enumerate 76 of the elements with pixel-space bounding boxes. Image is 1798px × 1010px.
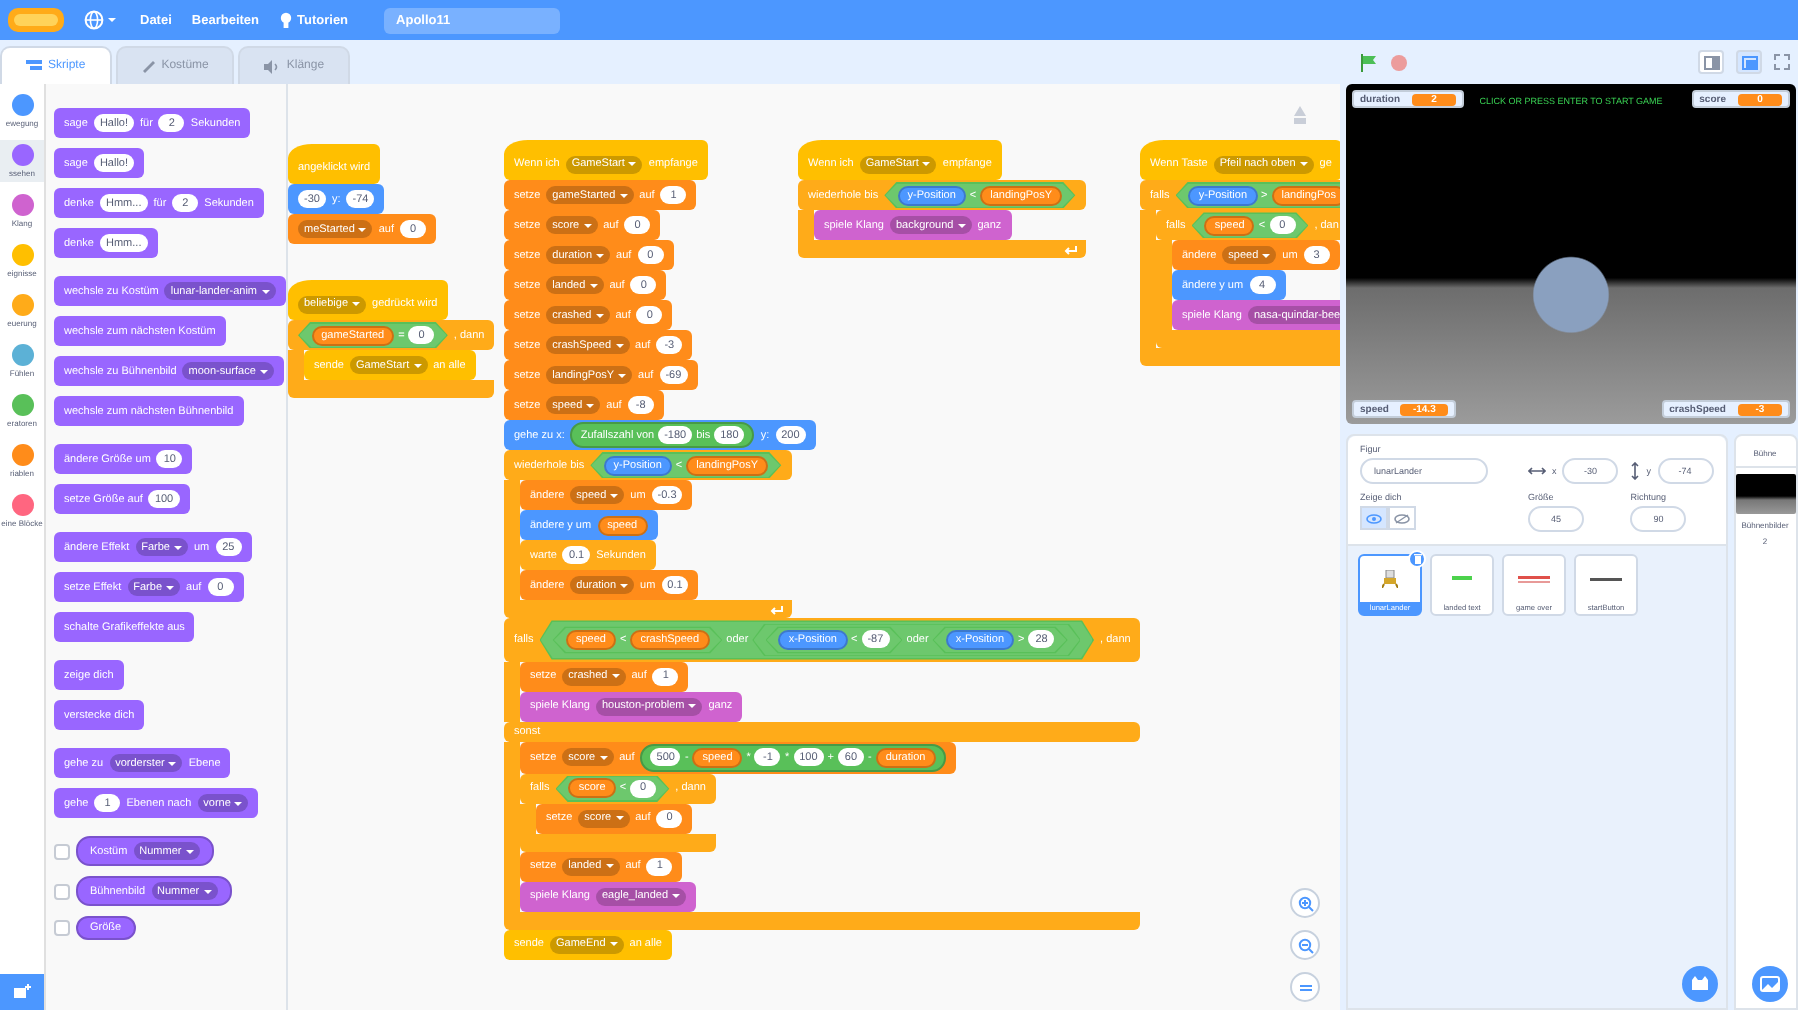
caret-icon: [185, 849, 194, 853]
add-backdrop-button[interactable]: [1751, 966, 1787, 1002]
add-extension-button[interactable]: [0, 974, 44, 1010]
checkbox[interactable]: [54, 843, 70, 859]
caret-icon: [615, 343, 624, 347]
caret-icon: [611, 674, 620, 679]
caret-icon: [1299, 162, 1308, 166]
lander-thumbnail-icon: [1382, 570, 1398, 588]
stage-thumbnail[interactable]: [1735, 474, 1795, 514]
checkbox[interactable]: [54, 883, 70, 899]
caret-icon: [610, 493, 619, 498]
caret-icon: [596, 253, 605, 257]
trash-icon: [1413, 554, 1421, 564]
zoom-in-icon: [1297, 895, 1313, 911]
hide-button[interactable]: [1388, 506, 1416, 530]
caret-icon: [259, 369, 268, 373]
banner-thumbnail-icon: [1518, 575, 1550, 583]
caret-icon: [589, 283, 598, 287]
fullscreen-icon[interactable]: [1774, 54, 1790, 70]
caret-icon: [586, 403, 595, 407]
caret-icon: [609, 942, 618, 947]
horizontal-arrows-icon: [1528, 466, 1546, 476]
caret-icon: [620, 583, 629, 588]
text-thumbnail-icon: [1452, 576, 1472, 582]
checkbox[interactable]: [54, 920, 70, 936]
caret-icon: [261, 289, 269, 293]
equals-icon: [1297, 981, 1313, 993]
add-sprite-button[interactable]: [1681, 966, 1717, 1002]
caret-icon: [595, 313, 604, 317]
large-stage-icon: [1741, 55, 1757, 69]
sprite-icon: [1288, 104, 1312, 128]
show-button[interactable]: [1360, 506, 1388, 530]
code-icon: [26, 60, 42, 72]
zoom-reset-button[interactable]: [1290, 972, 1320, 1002]
delete-button[interactable]: [1408, 550, 1426, 568]
caret-icon: [957, 223, 966, 228]
caret-icon: [672, 894, 681, 899]
stop-icon[interactable]: [1390, 53, 1408, 71]
image-icon: [1759, 976, 1779, 992]
zoom-out-button[interactable]: [1290, 930, 1320, 960]
caret-icon: [1262, 253, 1271, 258]
cat-icon: [1689, 974, 1709, 994]
caret-icon: [619, 193, 628, 197]
caret-icon: [922, 162, 931, 166]
caret-icon: [234, 801, 243, 805]
caret-icon: [615, 816, 624, 821]
caret-icon: [168, 761, 177, 765]
zoom-out-icon: [1297, 937, 1313, 953]
caret-icon: [166, 585, 175, 589]
caret-icon: [605, 864, 614, 869]
caret-icon: [618, 373, 627, 377]
caret-icon: [599, 755, 608, 760]
logo-icon[interactable]: [8, 6, 64, 34]
loop-arrow-icon: [1063, 243, 1078, 256]
extension-icon: [12, 984, 32, 1000]
caret-icon: [628, 162, 637, 166]
caret-icon: [583, 223, 592, 227]
caret-icon: [174, 545, 182, 549]
caret-icon: [688, 704, 697, 709]
large-stage-button[interactable]: [1736, 50, 1762, 74]
caret-icon: [352, 302, 361, 306]
small-stage-icon: [1703, 55, 1719, 69]
eye-icon: [1366, 513, 1382, 523]
loop-arrow-icon: [769, 603, 784, 616]
brush-icon: [141, 59, 156, 73]
caret-icon: [358, 227, 367, 231]
small-stage-button[interactable]: [1698, 50, 1724, 74]
eye-closed-icon: [1394, 513, 1410, 523]
vertical-arrows-icon: [1630, 462, 1641, 480]
caret-icon: [413, 363, 422, 368]
globe-menu-icon[interactable]: [84, 10, 120, 30]
speaker-icon: [264, 59, 281, 73]
caret-icon: [203, 889, 212, 893]
lightbulb-icon: [279, 11, 292, 29]
zoom-in-button[interactable]: [1290, 888, 1320, 918]
flag-icon[interactable]: [1360, 53, 1378, 71]
